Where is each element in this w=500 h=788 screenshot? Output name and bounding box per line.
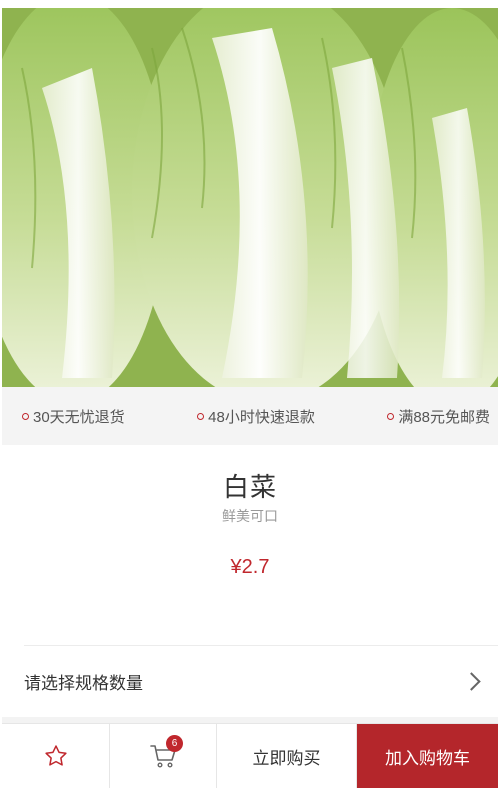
guarantee-label: 满88元免邮费 bbox=[398, 408, 490, 426]
service-guarantees: 30天无忧退货 48小时快速退款 满88元免邮费 bbox=[2, 387, 498, 445]
dot-icon bbox=[387, 412, 395, 420]
add-to-cart-button[interactable]: 加入购物车 bbox=[357, 724, 498, 788]
cart-button[interactable]: 6 bbox=[110, 724, 217, 788]
star-icon bbox=[44, 745, 67, 766]
guarantee-return: 30天无忧退货 bbox=[22, 406, 125, 427]
cabbage-photo bbox=[2, 8, 498, 387]
guarantee-refund: 48小时快速退款 bbox=[197, 406, 315, 427]
favorite-button[interactable] bbox=[2, 724, 110, 788]
buy-now-button[interactable]: 立即购买 bbox=[217, 724, 357, 788]
cart-count-badge: 6 bbox=[166, 735, 183, 752]
guarantee-label: 48小时快速退款 bbox=[208, 408, 315, 426]
chevron-right-icon bbox=[462, 672, 481, 691]
dot-icon bbox=[197, 412, 205, 420]
product-name: 白菜 bbox=[222, 472, 277, 502]
product-image bbox=[2, 8, 498, 387]
product-tagline: 鲜美可口 bbox=[222, 508, 278, 524]
guarantee-free-shipping: 满88元免邮费 bbox=[387, 406, 490, 427]
product-info: 白菜 鲜美可口 ¥2.7 bbox=[2, 445, 498, 645]
product-price: ¥2.7 bbox=[230, 556, 270, 578]
dot-icon bbox=[22, 412, 29, 420]
guarantee-label: 30天无忧退货 bbox=[33, 408, 125, 426]
spec-selector[interactable]: 请选择规格数量 bbox=[24, 645, 498, 717]
spec-label: 请选择规格数量 bbox=[24, 674, 143, 693]
bottom-action-bar: 6 立即购买 加入购物车 bbox=[2, 723, 498, 788]
